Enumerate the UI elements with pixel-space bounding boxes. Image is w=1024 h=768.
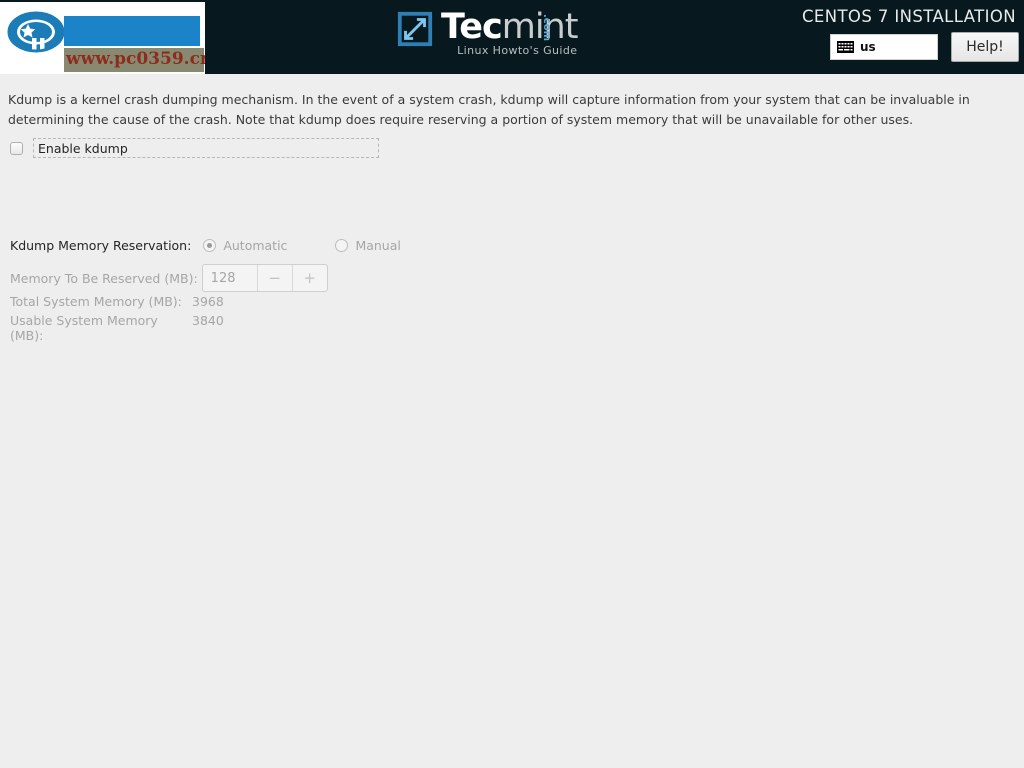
enable-kdump-checkbox[interactable] (10, 141, 23, 155)
memory-increment-button[interactable]: + (291, 265, 327, 291)
company-emblem-icon (7, 11, 65, 65)
memory-reservation-radio-group: Automatic Manual (203, 238, 401, 253)
kdump-spoke-content: Kdump is a kernel crash dumping mechanis… (0, 74, 1024, 768)
kdump-description: Kdump is a kernel crash dumping mechanis… (8, 92, 970, 127)
keyboard-layout-label: us (860, 40, 876, 54)
enable-kdump-label: Enable kdump (38, 140, 128, 156)
keyboard-layout-indicator[interactable]: us (830, 34, 938, 60)
brand-name-part1: Tec (441, 7, 503, 47)
radio-automatic-label: Automatic (223, 238, 288, 253)
radio-automatic-indicator (203, 239, 217, 252)
installation-title: CENTOS 7 INSTALLATION (801, 7, 1016, 26)
memory-to-reserve-value[interactable]: 128 (203, 265, 257, 291)
help-button[interactable]: Help! (951, 32, 1019, 62)
total-system-memory-value: 3968 (192, 294, 224, 309)
total-system-memory-row: Total System Memory (MB): 3968 (10, 294, 224, 309)
usable-system-memory-label: Usable System Memory (MB): (10, 313, 158, 343)
memory-to-reserve-row: Memory To Be Reserved (MB): 128 − + (10, 264, 328, 292)
enable-kdump-focus-frame[interactable]: Enable kdump (33, 138, 379, 158)
watermark-blue-bar (64, 16, 200, 46)
watermark-url-text: www.pc0359.cn (66, 49, 205, 69)
memory-reservation-label: Kdump Memory Reservation: (10, 238, 192, 253)
keyboard-icon (837, 41, 854, 53)
memory-reservation-row: Kdump Memory Reservation: Automatic Manu… (10, 238, 401, 253)
watermark-logo: www.pc0359.cn (0, 2, 205, 74)
tecmint-logo: Tecmint .com Linux Howto's Guide (396, 7, 578, 64)
radio-automatic[interactable]: Automatic (203, 238, 287, 253)
radio-manual[interactable]: Manual (335, 238, 401, 253)
enable-kdump-row: Enable kdump (10, 138, 379, 158)
radio-manual-indicator (335, 239, 349, 252)
brand-domain-suffix: .com (541, 14, 553, 42)
installer-header: www.pc0359.cn Tecmint .com Linux Howto's … (0, 0, 1024, 74)
brand-tagline: Linux Howto's Guide (457, 44, 578, 57)
total-system-memory-label: Total System Memory (MB): (10, 294, 182, 309)
memory-decrement-button[interactable]: − (256, 265, 292, 291)
radio-manual-label: Manual (355, 238, 401, 253)
usable-system-memory-value: 3840 (192, 313, 224, 328)
memory-to-reserve-stepper[interactable]: 128 − + (201, 264, 328, 292)
memory-to-reserve-label: Memory To Be Reserved (MB): (10, 270, 198, 286)
usable-system-memory-row: Usable System Memory (MB): 3840 (10, 313, 224, 343)
tecmint-expand-arrow-icon (397, 11, 433, 47)
